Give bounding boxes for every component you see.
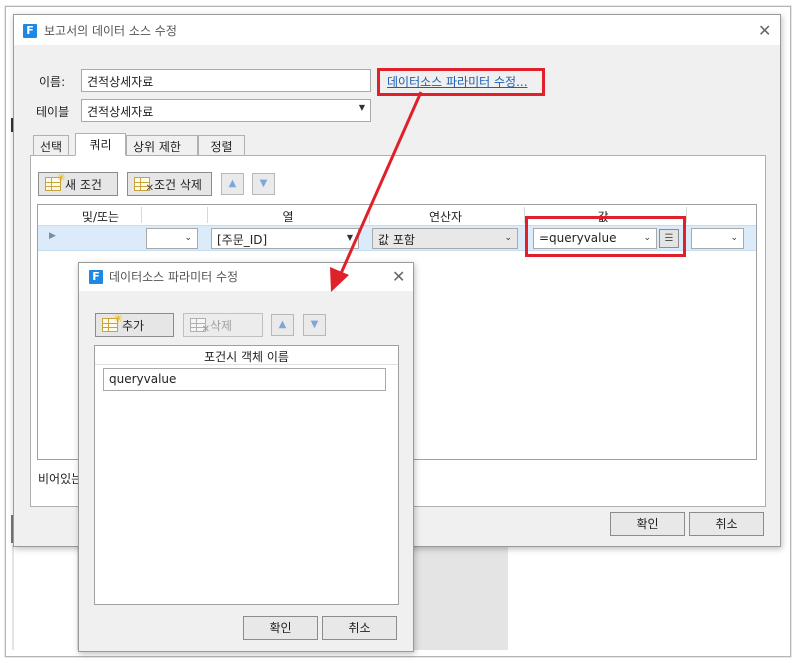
brand-f-icon: F (89, 270, 103, 284)
table-select[interactable]: 견적상세자료 ▼ (81, 99, 371, 122)
chevron-down-icon: ▼ (358, 103, 365, 112)
param-list: 포건시 객체 이름 queryvalue (94, 345, 399, 605)
param-dialog: F 데이터소스 파라미터 수정 ✕ ✳ 추가 ✕ 삭제 ▲ ▼ 포건시 객체 이… (78, 262, 414, 652)
param-cancel-button[interactable]: 취소 (322, 616, 397, 640)
main-dialog-title: 보고서의 데이터 소스 수정 (44, 24, 177, 38)
name-input[interactable]: 견적상세자료 (81, 69, 371, 92)
ok-button-label: 확인 (636, 517, 659, 531)
andor-select[interactable]: ⌄ (146, 228, 198, 249)
new-condition-button[interactable]: ✳ 새 조건 (38, 171, 118, 196)
edit-datasource-params-link[interactable]: 데이터소스 파라미터 수정... (387, 73, 528, 90)
delete-param-icon: ✕ (190, 318, 210, 335)
arrow-up-icon: ▲ (228, 178, 237, 189)
param-ok-button[interactable]: 확인 (243, 616, 318, 640)
new-condition-label: 새 조건 (65, 177, 102, 192)
extra-select[interactable]: ⌄ (691, 228, 744, 249)
header-divider (686, 207, 687, 223)
param-dialog-titlebar: F 데이터소스 파라미터 수정 ✕ (79, 263, 413, 291)
add-param-icon: ✳ (102, 312, 123, 332)
close-icon[interactable]: ✕ (392, 269, 405, 285)
move-up-button[interactable]: ▲ (221, 173, 244, 195)
param-move-down-button[interactable]: ▼ (303, 314, 326, 336)
column-select-value: [주문_ID] (217, 233, 268, 247)
chevron-down-icon: ⌄ (184, 233, 192, 243)
param-name-input[interactable]: queryvalue (103, 368, 386, 391)
footer-status-text: 비어있는 (38, 472, 83, 486)
param-move-up-button[interactable]: ▲ (271, 314, 294, 336)
tab-sort[interactable]: 정렬 (198, 135, 245, 156)
table-label: 테이블 (36, 105, 70, 119)
new-condition-icon: ✳ (45, 171, 66, 191)
delete-condition-button[interactable]: ✕ 조건 삭제 (127, 172, 212, 196)
operator-select[interactable]: 값 포함 ⌄ (372, 228, 518, 249)
name-label: 이름: (39, 75, 66, 89)
column-header-column: 열 (282, 210, 294, 224)
param-ok-label: 확인 (269, 621, 292, 635)
move-down-button[interactable]: ▼ (252, 173, 275, 195)
header-divider (207, 207, 208, 223)
header-divider (369, 207, 370, 223)
chevron-down-icon: ▼ (346, 233, 353, 242)
param-list-header: 포건시 객체 이름 (204, 350, 289, 364)
brand-f-icon: F (23, 24, 37, 38)
header-divider (141, 207, 142, 223)
ok-button[interactable]: 확인 (610, 512, 685, 536)
arrow-down-icon: ▼ (259, 178, 268, 189)
arrow-up-icon: ▲ (278, 319, 287, 330)
column-header-andor: 및/또는 (81, 210, 120, 224)
chevron-down-icon: ⌄ (504, 233, 512, 243)
param-list-header-divider (95, 364, 398, 365)
table-select-value: 견적상세자료 (87, 105, 154, 119)
delete-param-label: 삭제 (210, 318, 233, 333)
column-header-operator: 연산자 (428, 210, 463, 224)
background-window-pane (14, 547, 77, 650)
add-param-button[interactable]: ✳ 추가 (95, 312, 174, 337)
add-param-label: 추가 (122, 318, 145, 333)
operator-select-value: 값 포함 (378, 233, 415, 247)
main-dialog-titlebar: F 보고서의 데이터 소스 수정 ✕ (14, 15, 780, 45)
tab-top-limit[interactable]: 상위 제한 (126, 135, 198, 156)
tab-query[interactable]: 쿼리 (75, 133, 126, 156)
cancel-button[interactable]: 취소 (689, 512, 764, 536)
row-indicator-icon: ▶ (49, 231, 56, 241)
param-dialog-title: 데이터소스 파라미터 수정 (109, 270, 239, 284)
close-icon[interactable]: ✕ (758, 23, 771, 39)
delete-param-button: ✕ 삭제 (183, 313, 263, 337)
value-cell-highlight (525, 216, 686, 257)
cancel-button-label: 취소 (715, 517, 738, 531)
param-cancel-label: 취소 (348, 621, 371, 635)
column-select[interactable]: [주문_ID] ▼ (211, 228, 359, 249)
tab-select[interactable]: 선택 (33, 135, 70, 156)
arrow-down-icon: ▼ (310, 319, 319, 330)
chevron-down-icon: ⌄ (730, 233, 738, 243)
delete-condition-icon: ✕ (134, 177, 154, 194)
delete-condition-label: 조건 삭제 (154, 177, 202, 192)
